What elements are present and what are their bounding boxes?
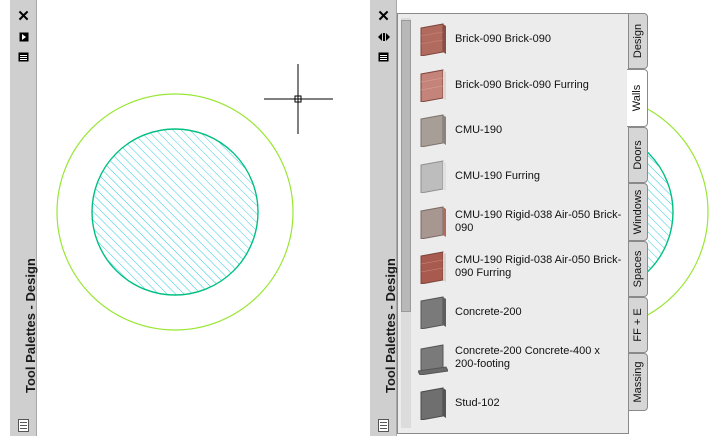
tab-ff-e[interactable]: FF + E [628, 297, 648, 353]
close-icon[interactable]: ✕ [370, 8, 397, 25]
tool-cmu-190-rigid-brick[interactable]: CMU-190 Rigid-038 Air-050 Brick-090 [418, 205, 623, 239]
brick-wall-icon [420, 23, 446, 56]
tool-brick-090-brick-090[interactable]: Brick-090 Brick-090 [418, 22, 623, 56]
palette-title: Tool Palettes - Design [383, 258, 398, 393]
cmu-brick-wall-icon [420, 206, 446, 239]
tab-massing[interactable]: Massing [628, 353, 648, 411]
palette-tabs: Design Walls Doors Windows Spaces FF + E… [627, 13, 648, 413]
tab-doors[interactable]: Doors [628, 127, 648, 183]
tab-design[interactable]: Design [628, 13, 648, 69]
concrete-wall-icon [420, 296, 446, 329]
tool-label: CMU-190 [455, 123, 503, 136]
right-palette-titlebar[interactable]: ✕ Tool Palettes - Design [370, 0, 398, 436]
tool-label: Stud-102 [455, 396, 500, 409]
cmu-wall-icon [420, 114, 446, 147]
tool-label: Concrete-200 Concrete-400 x 200-footing [455, 345, 600, 370]
scrollbar[interactable] [401, 18, 411, 428]
tool-concrete-200-footing[interactable]: Concrete-200 Concrete-400 x 200-footing [418, 341, 623, 375]
tab-spaces[interactable]: Spaces [628, 241, 648, 297]
tool-cmu-190[interactable]: CMU-190 [418, 113, 623, 147]
tool-label: Concrete-200 [455, 305, 522, 318]
cmu-brick-furring-wall-icon [420, 251, 446, 284]
left-palette-titlebar[interactable]: ✕ Tool Palettes - Design [10, 0, 38, 436]
tool-label: Brick-090 Brick-090 Furring [455, 78, 589, 91]
tool-concrete-200[interactable]: Concrete-200 [418, 295, 623, 329]
brick-furring-wall-icon [420, 69, 446, 102]
tab-windows[interactable]: Windows [628, 183, 648, 241]
stud-wall-icon [420, 387, 446, 420]
cmu-furring-wall-icon [420, 160, 446, 193]
tool-stud-102[interactable]: Stud-102 [418, 386, 623, 420]
autohide-icon[interactable] [370, 30, 397, 44]
tool-brick-090-brick-090-furring[interactable]: Brick-090 Brick-090 Furring [418, 68, 623, 102]
tab-walls[interactable]: Walls [627, 69, 648, 127]
tool-label: Brick-090 Brick-090 [455, 32, 551, 45]
properties-icon[interactable] [10, 50, 37, 64]
tool-label: CMU-190 Rigid-038 Air-050 Brick-090 Furr… [455, 254, 622, 279]
palette-title: Tool Palettes - Design [23, 258, 38, 393]
tool-cmu-190-rigid-brick-furring[interactable]: CMU-190 Rigid-038 Air-050 Brick-090 Furr… [418, 250, 623, 284]
crosshair-cursor-icon [264, 64, 333, 134]
scrollbar-thumb[interactable] [401, 20, 411, 312]
concrete-footing-wall-icon [418, 344, 448, 375]
palette-menu-icon[interactable] [18, 419, 29, 432]
tool-cmu-190-furring[interactable]: CMU-190 Furring [418, 159, 623, 193]
tool-label: CMU-190 Furring [455, 169, 540, 182]
autohide-icon[interactable] [10, 30, 37, 44]
tool-label: CMU-190 Rigid-038 Air-050 Brick-090 [455, 209, 622, 234]
hatched-circle[interactable] [91, 128, 259, 296]
palette-menu-icon[interactable] [378, 419, 389, 432]
close-icon[interactable]: ✕ [10, 8, 37, 25]
tool-palette-panel: Brick-090 Brick-090 Brick-090 Brick-090 … [397, 13, 629, 434]
properties-icon[interactable] [370, 50, 397, 64]
